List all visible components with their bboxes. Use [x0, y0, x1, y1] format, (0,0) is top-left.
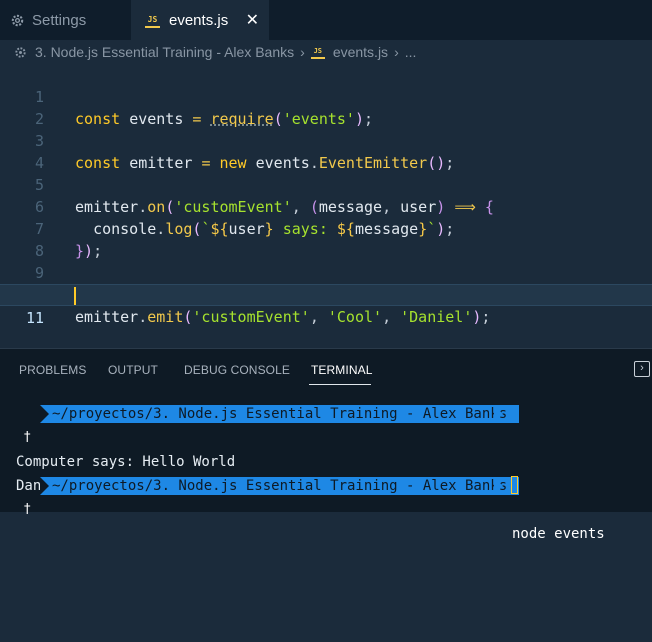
bottom-panel: PROBLEMS OUTPUT DEBUG CONSOLE TERMINAL ›… [0, 348, 652, 542]
prompt-symbol: † [24, 502, 31, 517]
terminal-output-line: Daniel says: Cool [0, 450, 652, 494]
close-icon[interactable]: ✕ [246, 10, 259, 30]
tab-problems[interactable]: PROBLEMS [19, 363, 87, 377]
prompt-arrow-shape [494, 405, 503, 423]
tab-events-js[interactable]: JS events.js ✕ [131, 0, 269, 40]
prompt-tail-shape [40, 477, 49, 495]
prompt-path: ~/proyectos/3. Node.js Essential Trainin… [40, 477, 520, 495]
terminal-prompt-line: † ~/proyectos/3. Node.js Essential Train… [0, 402, 652, 542]
code-editor[interactable]: 1 const events = require('events'); 2 3 … [0, 64, 652, 348]
prompt-path: ~/proyectos/3. Node.js Essential Trainin… [40, 405, 520, 423]
tab-label: Settings [32, 11, 87, 29]
chevron-right-icon: › [394, 44, 399, 60]
breadcrumb-file[interactable]: events.js [333, 44, 388, 60]
code-line: 6 console.log(`${user} says: ${message}`… [0, 174, 652, 238]
code-line: 10 emitter.emit('customEvent', 'Cool', '… [0, 262, 652, 326]
javascript-file-icon: JS [310, 46, 325, 59]
tab-output[interactable]: OUTPUT [108, 363, 158, 377]
tab-terminal[interactable]: TERMINAL [311, 363, 372, 377]
breadcrumb: 3. Node.js Essential Training - Alex Ban… [0, 40, 652, 64]
folder-settings-icon[interactable] [13, 45, 28, 60]
tab-settings[interactable]: Settings [0, 0, 131, 40]
chevron-right-icon: › [300, 44, 305, 60]
code-line: 9 emitter.emit('customEvent', 'Hello Wor… [0, 240, 652, 304]
tab-label: events.js [169, 11, 229, 29]
line-number: 11 [25, 309, 44, 327]
prompt-arrow-shape [494, 477, 503, 495]
code-line: 4 [0, 130, 652, 172]
terminal-command: node events [512, 526, 605, 542]
maximize-panel-icon[interactable]: › [634, 361, 650, 377]
code-line: 1 const events = require('events'); [0, 64, 652, 128]
terminal-cursor [511, 476, 518, 494]
terminal-output-line: Computer says: Hello World [0, 426, 652, 470]
javascript-file-icon: JS [145, 13, 160, 28]
breadcrumb-more[interactable]: ... [405, 44, 417, 60]
tab-bar: Settings JS events.js ✕ [0, 0, 652, 40]
terminal-prompt-line[interactable]: † ~/proyectos/3. Node.js Essential Train… [0, 474, 652, 517]
text-cursor [74, 287, 76, 305]
code-line: 2 [0, 86, 652, 128]
code-line: 7 }); [0, 196, 652, 260]
code-line: 8 [0, 218, 652, 260]
code-text[interactable]: emitter.emit('customEvent', 'Cool', 'Dan… [75, 306, 490, 328]
active-tab-indicator [309, 384, 371, 385]
code-line-current: 11 [0, 284, 652, 327]
gear-icon [11, 14, 24, 26]
prompt-tail-shape [40, 405, 49, 423]
tab-debug-console[interactable]: DEBUG CONSOLE [184, 363, 290, 377]
code-line: 5 emitter.on('customEvent', (message, us… [0, 152, 652, 216]
breadcrumb-folder[interactable]: 3. Node.js Essential Training - Alex Ban… [35, 44, 294, 60]
code-line: 3 const emitter = new events.EventEmitte… [0, 108, 652, 172]
